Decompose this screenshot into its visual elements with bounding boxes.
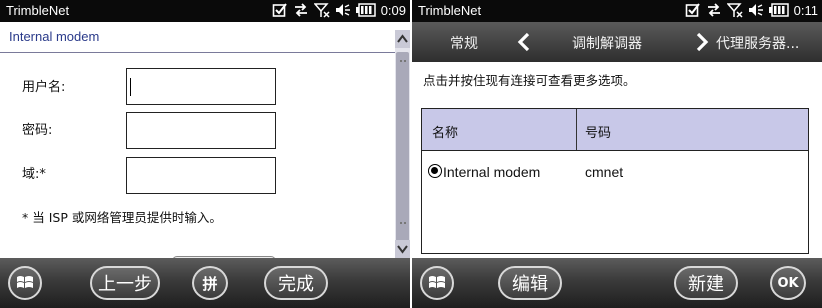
battery-icon[interactable] <box>768 3 789 17</box>
checkbox-icon[interactable] <box>272 2 288 18</box>
app-title: TrimbleNet <box>6 3 70 18</box>
checkbox-icon[interactable] <box>685 2 701 18</box>
status-bar: TrimbleNet 0:09 <box>0 0 410 22</box>
chevron-right-icon[interactable] <box>695 32 709 56</box>
clock[interactable]: 0:11 <box>794 3 818 18</box>
tab-general[interactable]: 常规 <box>450 33 478 53</box>
scroll-thumb[interactable] <box>396 52 409 242</box>
no-signal-icon[interactable] <box>726 2 743 18</box>
status-bar: TrimbleNet 0:11 <box>412 0 822 22</box>
volume-icon[interactable] <box>748 2 764 18</box>
username-label: 用户名: <box>22 80 66 95</box>
scroll-up-button[interactable] <box>395 30 410 48</box>
domain-field[interactable] <box>126 157 276 194</box>
page-title: Internal modem <box>9 29 100 44</box>
volume-icon[interactable] <box>335 2 351 18</box>
windows-start-icon <box>429 276 445 288</box>
connection-name: Internal modem <box>443 164 541 180</box>
input-method-label: 拼 <box>202 274 218 293</box>
scroll-down-button[interactable] <box>395 240 410 258</box>
grip-icon <box>400 60 406 68</box>
soft-key-bar: 上一步 拼 完成 <box>0 258 410 308</box>
back-button[interactable]: 上一步 <box>90 266 160 300</box>
hint-text: * 当 ISP 或网络管理员提供时输入。 <box>22 210 222 225</box>
connection-number: cmnet <box>585 164 624 180</box>
battery-icon[interactable] <box>355 3 376 17</box>
ok-button[interactable]: OK <box>770 266 806 300</box>
text-caret <box>130 78 131 96</box>
edit-button[interactable]: 编辑 <box>498 266 562 300</box>
done-button[interactable]: 完成 <box>264 266 328 300</box>
windows-start-icon <box>17 276 33 288</box>
column-divider <box>576 109 577 150</box>
start-button[interactable] <box>420 266 454 300</box>
left-screen: TrimbleNet 0:09 Internal modem 用户名: 密码: … <box>0 0 410 308</box>
tab-modem[interactable]: 调制解调器 <box>572 33 642 53</box>
password-label: 密码: <box>22 123 53 138</box>
column-header-number[interactable]: 号码 <box>585 122 611 141</box>
tab-proxy[interactable]: 代理服务器... <box>716 33 799 53</box>
page-title-bar: Internal modem <box>0 22 395 53</box>
chevron-left-icon[interactable] <box>517 32 531 56</box>
app-title: TrimbleNet <box>418 3 482 18</box>
username-field[interactable] <box>126 68 276 105</box>
ok-label: OK <box>777 275 799 291</box>
soft-key-bar: 编辑 新建 OK <box>412 258 822 308</box>
sync-arrows-icon[interactable] <box>706 2 722 18</box>
column-header-name[interactable]: 名称 <box>432 122 458 141</box>
no-signal-icon[interactable] <box>313 2 330 18</box>
right-screen: TrimbleNet 0:11 常规 调制解调器 代理服务器... 点击并按住现… <box>412 0 822 308</box>
new-button[interactable]: 新建 <box>674 266 738 300</box>
domain-label: 域:* <box>22 167 46 182</box>
row-selected-radio[interactable] <box>428 164 442 178</box>
table-row[interactable]: Internal modem cmnet <box>422 150 808 190</box>
sync-arrows-icon[interactable] <box>293 2 309 18</box>
grip-icon <box>400 222 406 230</box>
input-method-button[interactable]: 拼 <box>192 266 228 300</box>
vertical-scrollbar[interactable] <box>395 30 410 258</box>
clock[interactable]: 0:09 <box>381 3 406 18</box>
connection-table: 名称 号码 Internal modem cmnet <box>421 108 809 254</box>
tab-bar: 常规 调制解调器 代理服务器... <box>412 22 822 62</box>
instruction-text: 点击并按住现有连接可查看更多选项。 <box>423 73 636 88</box>
start-button[interactable] <box>8 266 42 300</box>
password-field[interactable] <box>126 112 276 149</box>
table-header: 名称 号码 <box>422 109 808 151</box>
